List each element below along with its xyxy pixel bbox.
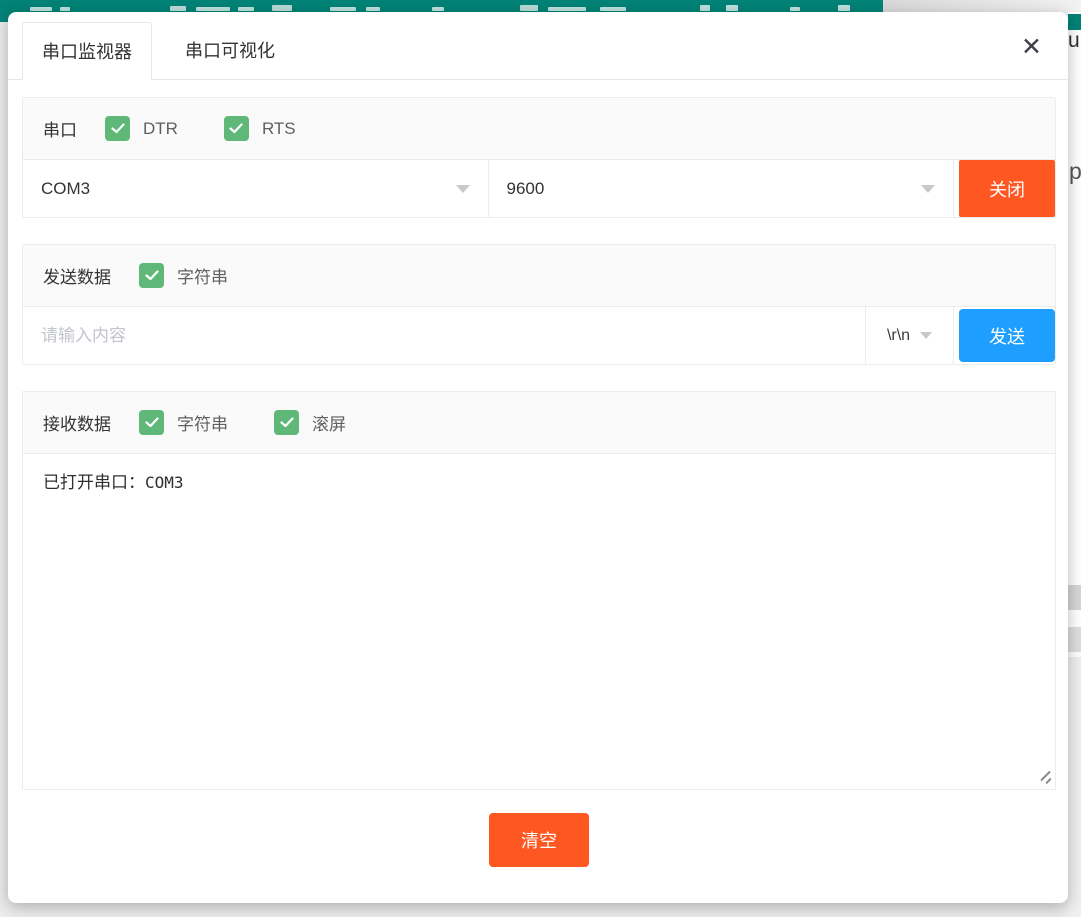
background-text-fragment: u xyxy=(1068,29,1080,53)
send-string-checkbox[interactable] xyxy=(139,263,164,288)
message-input[interactable] xyxy=(23,307,865,364)
toolbar-ghost-text xyxy=(30,7,52,11)
receive-string-label: 字符串 xyxy=(177,410,228,435)
serial-output-port: COM3 xyxy=(145,473,184,492)
serial-port-row: COM3 9600 关闭 xyxy=(23,160,1055,217)
background-gray-band xyxy=(1068,585,1081,610)
send-data-panel-header: 发送数据 字符串 xyxy=(23,245,1055,307)
tab-serial-monitor[interactable]: 串口监视器 xyxy=(22,22,152,80)
check-icon xyxy=(145,417,159,428)
check-icon xyxy=(111,123,125,134)
toolbar-ghost-text xyxy=(790,7,800,11)
toolbar-ghost-text xyxy=(838,5,850,11)
port-select-value: COM3 xyxy=(41,179,90,199)
serial-monitor-dialog: 串口监视器 串口可视化 ✕ 串口 DTR RTS xyxy=(8,12,1068,903)
toolbar-ghost-text xyxy=(432,7,444,11)
rts-label: RTS xyxy=(262,119,296,139)
port-select[interactable]: COM3 xyxy=(23,160,489,217)
serial-port-title: 串口 xyxy=(43,116,77,141)
send-button[interactable]: 发送 xyxy=(959,309,1055,362)
toolbar-ghost-text xyxy=(196,7,230,11)
dtr-checkbox[interactable] xyxy=(105,116,130,141)
tab-serial-monitor-label: 串口监视器 xyxy=(42,38,132,64)
toolbar-ghost-text xyxy=(600,7,626,11)
toolbar-right-area xyxy=(883,0,1081,12)
clear-button[interactable]: 清空 xyxy=(489,813,589,867)
rts-checkbox-group: RTS xyxy=(224,116,296,141)
serial-output-area[interactable]: 已打开串口：COM3 xyxy=(23,454,1055,789)
background-page-strip: u p xyxy=(1068,12,1081,917)
receive-data-panel-header: 接收数据 字符串 滚屏 xyxy=(23,392,1055,454)
send-string-checkbox-group: 字符串 xyxy=(139,263,228,288)
serial-port-panel-header: 串口 DTR RTS xyxy=(23,98,1055,160)
line-ending-value: \r\n xyxy=(887,327,910,345)
autoscroll-label: 滚屏 xyxy=(312,410,346,435)
toolbar-ghost-text xyxy=(330,7,356,11)
toolbar-ghost-icon xyxy=(520,5,538,11)
autoscroll-checkbox-group: 滚屏 xyxy=(274,410,346,435)
tab-serial-plotter[interactable]: 串口可视化 xyxy=(152,21,308,79)
receive-data-title: 接收数据 xyxy=(43,410,111,435)
dtr-label: DTR xyxy=(143,119,178,139)
autoscroll-checkbox[interactable] xyxy=(274,410,299,435)
check-icon xyxy=(145,270,159,281)
dialog-tab-bar: 串口监视器 串口可视化 ✕ xyxy=(8,12,1068,80)
rts-checkbox[interactable] xyxy=(224,116,249,141)
toolbar-ghost-text xyxy=(548,7,586,11)
send-data-row: \r\n 发送 xyxy=(23,307,1055,364)
serial-output-line: 已打开串口：COM3 xyxy=(43,468,1035,493)
close-port-button[interactable]: 关闭 xyxy=(959,160,1055,217)
background-teal-fragment xyxy=(1068,14,1081,30)
dtr-checkbox-group: DTR xyxy=(105,116,178,141)
chevron-down-icon xyxy=(920,332,932,339)
dialog-content: 串口 DTR RTS COM3 xyxy=(8,97,1068,867)
send-string-label: 字符串 xyxy=(177,263,228,288)
resize-handle[interactable] xyxy=(1036,769,1052,785)
background-gray-band xyxy=(1068,627,1081,652)
tab-serial-plotter-label: 串口可视化 xyxy=(185,37,275,63)
chevron-down-icon xyxy=(921,185,935,193)
check-icon xyxy=(229,123,243,134)
close-icon[interactable]: ✕ xyxy=(1021,34,1042,59)
baud-select-value: 9600 xyxy=(507,179,545,199)
chevron-down-icon xyxy=(456,185,470,193)
receive-string-checkbox[interactable] xyxy=(139,410,164,435)
background-text-fragment: p xyxy=(1069,158,1081,185)
toolbar-ghost-icon xyxy=(272,5,292,11)
toolbar-ghost-text xyxy=(700,5,710,11)
toolbar-ghost-text xyxy=(238,7,254,11)
check-icon xyxy=(280,417,294,428)
serial-output-prefix: 已打开串口： xyxy=(43,473,145,492)
send-data-panel: 发送数据 字符串 \r\n 发送 xyxy=(22,244,1056,365)
receive-data-panel: 接收数据 字符串 滚屏 已打开串口：COM3 xyxy=(22,391,1056,790)
toolbar-ghost-icon xyxy=(170,6,186,11)
toolbar-ghost-text xyxy=(366,7,380,11)
line-ending-select[interactable]: \r\n xyxy=(865,307,954,364)
baud-select[interactable]: 9600 xyxy=(489,160,955,217)
toolbar-ghost-text xyxy=(726,5,738,11)
send-data-title: 发送数据 xyxy=(43,263,111,288)
toolbar-ghost-text xyxy=(60,7,70,11)
receive-string-checkbox-group: 字符串 xyxy=(139,410,228,435)
background-lower-area xyxy=(1068,657,1081,917)
serial-port-panel: 串口 DTR RTS COM3 xyxy=(22,97,1056,218)
